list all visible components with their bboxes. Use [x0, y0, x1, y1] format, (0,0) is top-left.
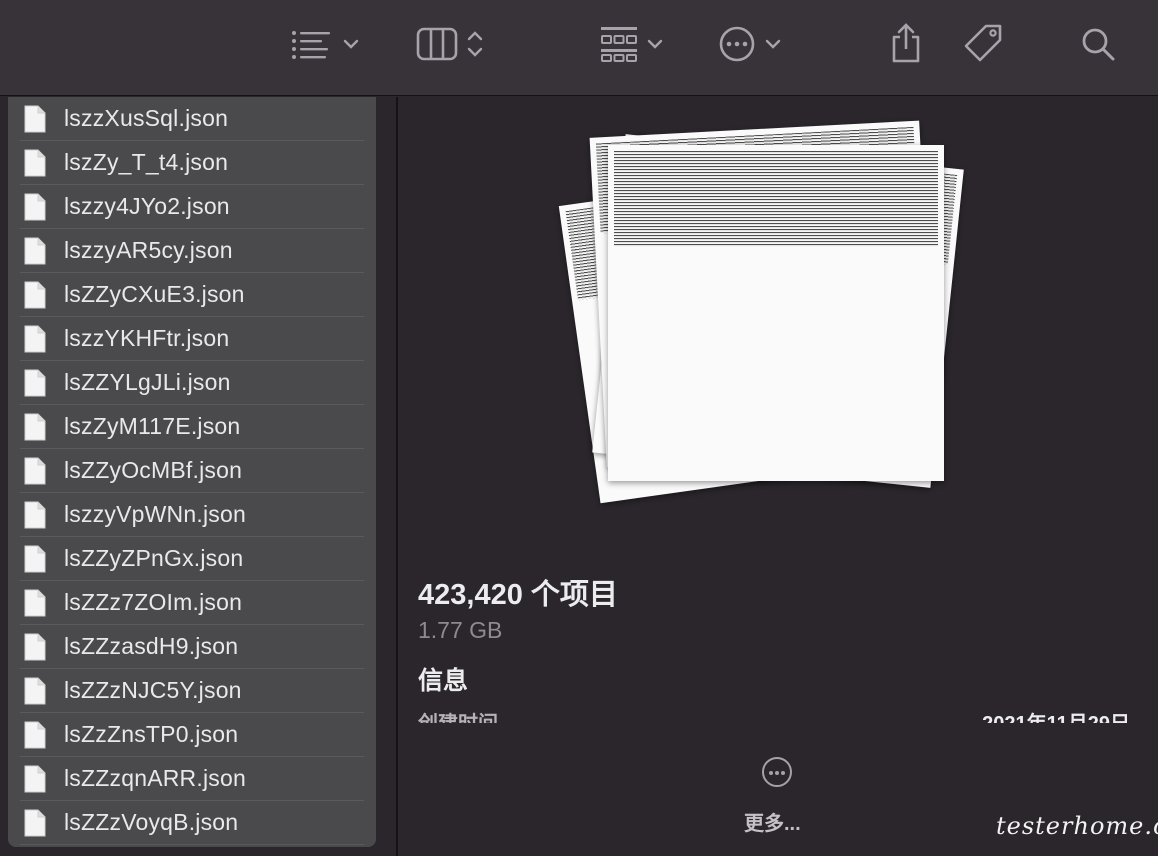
file-name: lsZZz7ZOIm.json — [64, 589, 243, 615]
created-label: 创建时间 — [418, 707, 498, 723]
more-actions-button[interactable] — [718, 22, 782, 66]
list-item[interactable]: lszzYKHFtr.json — [20, 317, 364, 361]
document-icon — [24, 501, 46, 528]
list-item[interactable]: lsZZyOcMBf.json — [20, 449, 364, 493]
list-item[interactable]: lszZyM117E.json — [20, 405, 364, 449]
document-icon — [24, 809, 46, 836]
file-name: lszzXusSql.json — [64, 105, 229, 131]
more-icon — [762, 757, 792, 787]
chevron-down-icon — [343, 39, 359, 49]
info-heading: 信息 — [418, 667, 469, 695]
file-name: lsZZzVoyqB.json — [64, 809, 239, 835]
list-item[interactable]: lsZzZnsTP0.json — [20, 713, 364, 757]
column-view-icon — [416, 27, 458, 61]
list-item[interactable]: lsZZzNJC5Y.json — [20, 669, 364, 713]
file-name: lsZZYLgJLi.json — [64, 369, 231, 395]
list-item[interactable]: lszzyVpWNn.json — [20, 493, 364, 537]
search-button[interactable] — [1080, 22, 1116, 66]
file-name: lszZy_T_t4.json — [64, 149, 229, 175]
share-icon — [892, 23, 920, 63]
file-name: lszzYKHFtr.json — [64, 325, 230, 351]
item-count: 423,420 个项目 — [418, 579, 618, 611]
tag-button[interactable] — [962, 22, 1006, 66]
group-icon — [601, 27, 637, 62]
chevron-down-icon — [765, 39, 781, 49]
document-icon — [24, 589, 46, 616]
up-down-chevron-icon — [467, 31, 483, 57]
document-icon — [24, 325, 46, 352]
list-item[interactable]: lszzXusSql.json — [20, 97, 364, 141]
created-row: 创建时间 2021年11月29日 — [418, 707, 1138, 723]
list-item[interactable]: lsZZz7ZOIm.json — [20, 581, 364, 625]
document-icon — [24, 633, 46, 660]
list-item[interactable]: lsZZzqnARR.json — [20, 757, 364, 801]
share-button[interactable] — [888, 22, 924, 66]
document-icon — [24, 193, 46, 220]
file-list[interactable]: lszzXusSql.json lszZy_T_t4.json lszzy4JYo2… — [8, 97, 376, 847]
document-icon — [24, 413, 46, 440]
document-icon — [24, 281, 46, 308]
list-item[interactable]: lsZZyZPnGx.json — [20, 537, 364, 581]
column-view-button[interactable] — [416, 22, 484, 66]
file-name: lszzyAR5cy.json — [64, 237, 233, 263]
list-view-icon — [292, 31, 330, 59]
file-name: lsZzZnsTP0.json — [64, 721, 239, 747]
file-name: lsZZyCXuE3.json — [64, 281, 245, 307]
list-item[interactable]: lszzy4JYo2.json — [20, 185, 364, 229]
file-name: lsZZzNJC5Y.json — [64, 677, 242, 703]
document-icon — [24, 369, 46, 396]
list-item[interactable]: lszzyAR5cy.json — [20, 229, 364, 273]
file-name: lsZZyOcMBf.json — [64, 457, 243, 483]
document-icon — [24, 677, 46, 704]
list-item[interactable]: lsZZzVoyqB.json — [20, 801, 364, 845]
document-icon — [24, 545, 46, 572]
file-name: lszZyM117E.json — [64, 413, 241, 439]
created-value: 2021年11月29日 — [982, 707, 1130, 723]
toolbar — [0, 0, 1158, 96]
preview-pane: 423,420 个项目 1.77 GB 信息 创建时间 2021年11月29日 … — [398, 97, 1158, 856]
list-view-button[interactable] — [290, 22, 360, 66]
list-item[interactable]: lszZy_T_t4.json — [20, 141, 364, 185]
document-icon — [24, 765, 46, 792]
file-name: lsZZzqnARR.json — [64, 765, 246, 791]
document-sheet — [608, 145, 944, 481]
tag-icon — [964, 24, 1002, 62]
file-name: lszzyVpWNn.json — [64, 501, 246, 527]
total-size: 1.77 GB — [418, 617, 503, 643]
document-icon — [24, 237, 46, 264]
list-item[interactable]: lsZZYLgJLi.json — [20, 361, 364, 405]
document-icon — [24, 105, 46, 132]
list-item[interactable]: lsZZzasdH9.json — [20, 625, 364, 669]
file-name: lsZZzasdH9.json — [64, 633, 239, 659]
group-button[interactable] — [600, 22, 664, 66]
document-stack-thumbnail — [558, 111, 988, 531]
document-icon — [24, 149, 46, 176]
more-actions-icon — [719, 26, 755, 62]
finder-window: lszzXusSql.json lszZy_T_t4.json lszzy4JYo2… — [0, 0, 1158, 856]
more-button[interactable]: 更多... — [738, 753, 818, 843]
document-icon — [24, 721, 46, 748]
document-icon — [24, 457, 46, 484]
watermark: testerhome.com — [996, 812, 1158, 840]
file-name: lszzy4JYo2.json — [64, 193, 230, 219]
search-icon — [1082, 28, 1115, 61]
more-label: 更多... — [744, 813, 801, 835]
file-name: lsZZyZPnGx.json — [64, 545, 244, 571]
list-item[interactable]: lsZZyCXuE3.json — [20, 273, 364, 317]
chevron-down-icon — [647, 39, 663, 49]
